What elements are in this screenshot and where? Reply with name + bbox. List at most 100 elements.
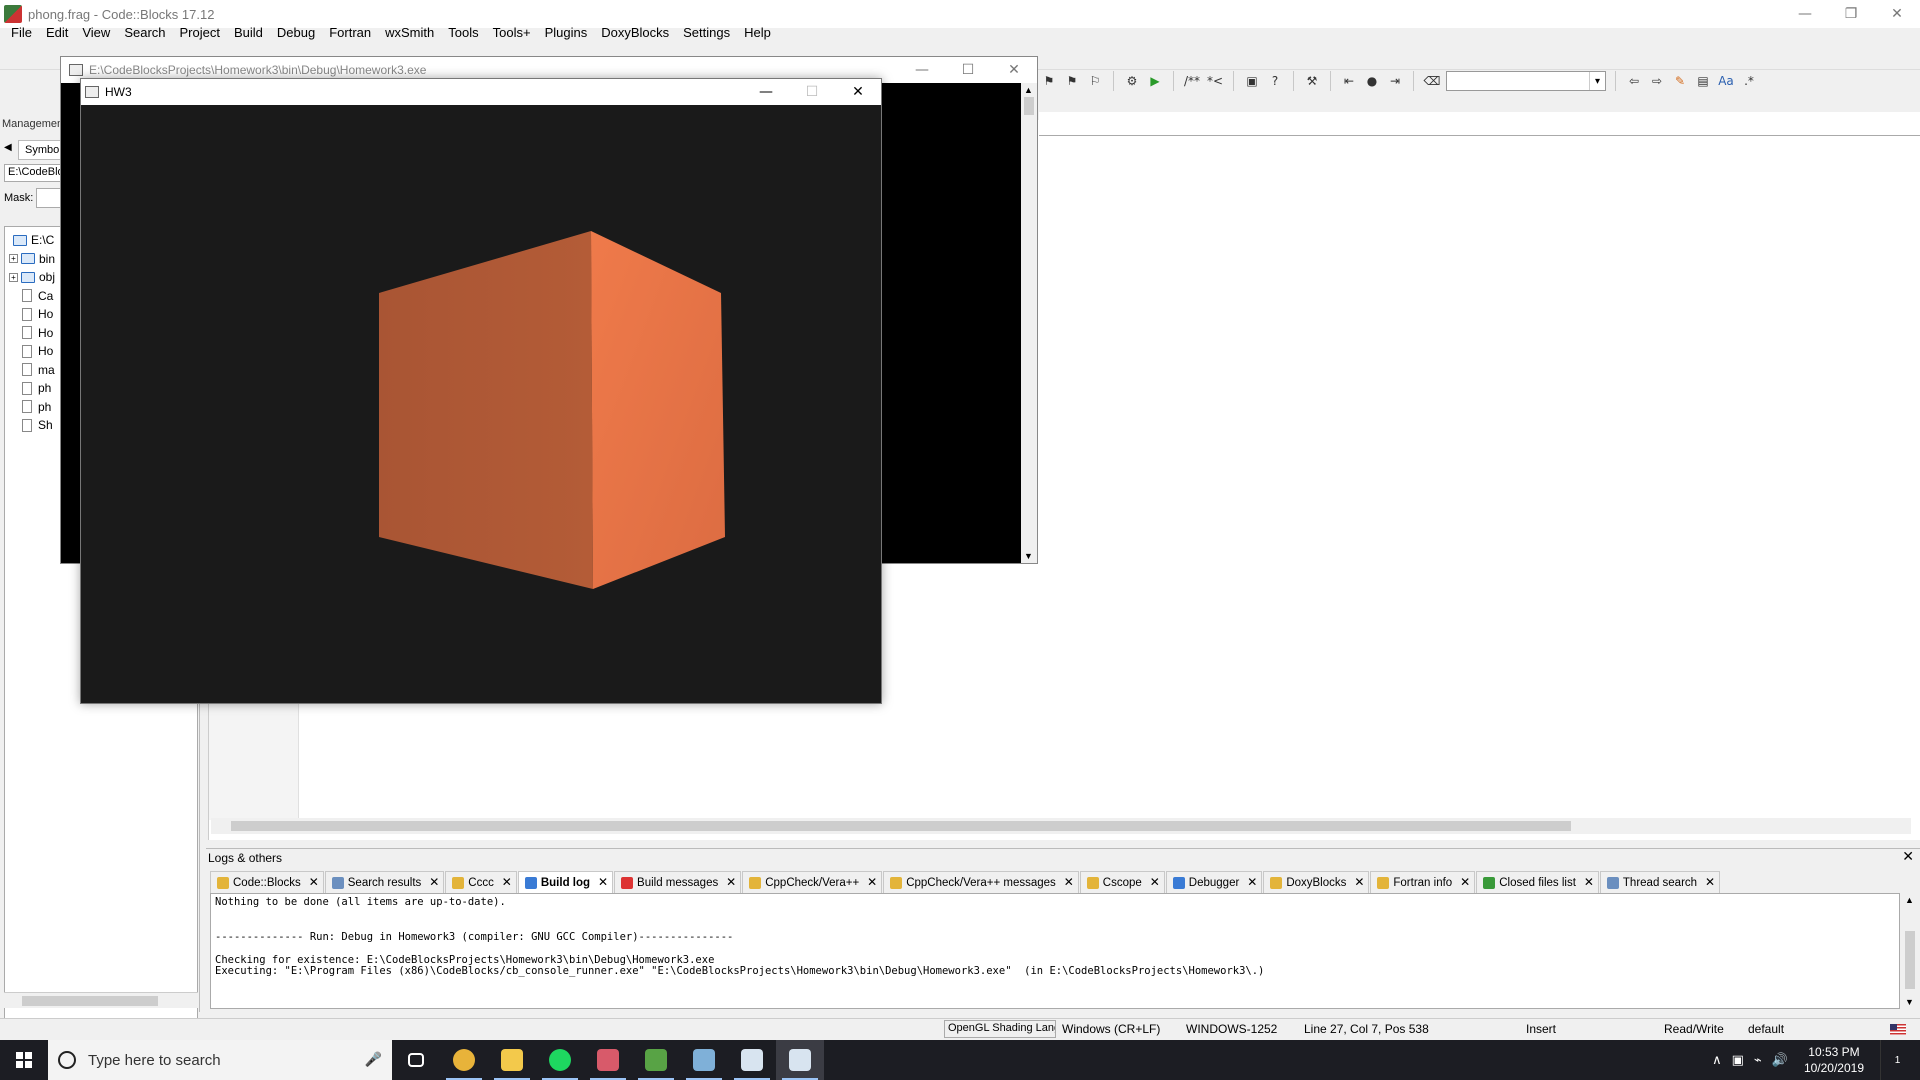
menu-wxsmith[interactable]: wxSmith bbox=[378, 22, 441, 44]
menu-search[interactable]: Search bbox=[117, 22, 172, 44]
select-icon[interactable]: ▤ bbox=[1694, 72, 1712, 90]
console-minimize-button[interactable]: — bbox=[899, 56, 945, 84]
close-icon[interactable]: ✕ bbox=[867, 875, 877, 889]
menu-toolsplus[interactable]: Tools+ bbox=[486, 22, 538, 44]
logs-close-icon[interactable]: ✕ bbox=[1902, 849, 1914, 865]
comment-line-icon[interactable]: *< bbox=[1206, 72, 1224, 90]
close-button[interactable]: ✕ bbox=[1874, 0, 1920, 28]
hw3-close-button[interactable]: ✕ bbox=[835, 78, 881, 106]
start-button[interactable] bbox=[0, 1040, 48, 1080]
close-icon[interactable]: ✕ bbox=[726, 875, 736, 889]
taskbar-discord[interactable] bbox=[584, 1040, 632, 1080]
console-vscrollbar[interactable]: ▲ ▼ bbox=[1021, 83, 1037, 563]
tree-item[interactable]: ma bbox=[9, 361, 55, 379]
scroll-thumb[interactable] bbox=[1024, 97, 1034, 115]
log-tab-cppcheck-vera-messages[interactable]: CppCheck/Vera++ messages ✕ bbox=[883, 871, 1079, 893]
console-maximize-button[interactable]: ☐ bbox=[945, 56, 991, 84]
management-hscrollbar[interactable] bbox=[4, 992, 198, 1008]
logs-vscrollbar[interactable]: ▲ ▼ bbox=[1902, 893, 1918, 1009]
scroll-up-icon[interactable]: ▲ bbox=[1024, 85, 1033, 95]
restore-button[interactable]: ❐ bbox=[1828, 0, 1874, 28]
menu-build[interactable]: Build bbox=[227, 22, 270, 44]
bookmark-prev-icon[interactable]: ⚑ bbox=[1040, 72, 1058, 90]
log-tab-build-log[interactable]: Build log ✕ bbox=[517, 871, 614, 893]
log-tab-build-messages[interactable]: Build messages ✕ bbox=[614, 871, 742, 893]
scroll-thumb[interactable] bbox=[1905, 931, 1915, 989]
arrow-left-icon[interactable]: ⇦ bbox=[1625, 72, 1643, 90]
menu-view[interactable]: View bbox=[75, 22, 117, 44]
log-tab-doxyblocks[interactable]: DoxyBlocks ✕ bbox=[1263, 871, 1370, 893]
tree-item[interactable]: E:\C bbox=[13, 231, 54, 249]
tree-item[interactable]: ph bbox=[9, 398, 51, 416]
menu-settings[interactable]: Settings bbox=[676, 22, 737, 44]
comment-block-icon[interactable]: /** bbox=[1183, 72, 1201, 90]
doxy-help-icon[interactable]: ? bbox=[1266, 72, 1284, 90]
menu-doxyblocks[interactable]: DoxyBlocks bbox=[594, 22, 676, 44]
tree-item[interactable]: Ho bbox=[9, 324, 53, 342]
chevron-down-icon[interactable]: ▾ bbox=[1589, 72, 1605, 90]
scroll-up-icon[interactable]: ▲ bbox=[1905, 895, 1914, 905]
log-tab-code-blocks[interactable]: Code::Blocks ✕ bbox=[210, 871, 324, 893]
taskbar-app-window-active[interactable] bbox=[776, 1040, 824, 1080]
microphone-icon[interactable]: 🎤 bbox=[365, 1052, 382, 1068]
jump-back-icon[interactable]: ⇤ bbox=[1340, 72, 1358, 90]
log-tab-closed-files-list[interactable]: Closed files list ✕ bbox=[1476, 871, 1599, 893]
close-icon[interactable]: ✕ bbox=[1247, 875, 1257, 889]
close-icon[interactable]: ✕ bbox=[598, 875, 608, 889]
console-close-button[interactable]: ✕ bbox=[991, 56, 1037, 84]
hw3-minimize-button[interactable]: — bbox=[743, 78, 789, 106]
taskbar-search-box[interactable]: Type here to search 🎤 bbox=[48, 1040, 392, 1080]
menu-file[interactable]: File bbox=[4, 22, 39, 44]
volume-icon[interactable]: 🔊 bbox=[1772, 1053, 1788, 1068]
log-tab-cppcheck-vera[interactable]: CppCheck/Vera++ ✕ bbox=[742, 871, 883, 893]
highlight-icon[interactable]: ✎ bbox=[1671, 72, 1689, 90]
text-icon[interactable]: Aa bbox=[1717, 72, 1735, 90]
menu-tools[interactable]: Tools bbox=[441, 22, 485, 44]
close-icon[interactable]: ✕ bbox=[1460, 875, 1470, 889]
chevron-up-icon[interactable]: ∧ bbox=[1712, 1053, 1722, 1068]
run-icon[interactable]: ▶ bbox=[1146, 72, 1164, 90]
close-icon[interactable]: ✕ bbox=[1584, 875, 1594, 889]
close-icon[interactable]: ✕ bbox=[309, 875, 319, 889]
close-icon[interactable]: ✕ bbox=[1705, 875, 1715, 889]
menu-edit[interactable]: Edit bbox=[39, 22, 75, 44]
menu-debug[interactable]: Debug bbox=[270, 22, 322, 44]
menu-plugins[interactable]: Plugins bbox=[538, 22, 595, 44]
close-icon[interactable]: ✕ bbox=[1064, 875, 1074, 889]
discord-tray-icon[interactable]: ▣ bbox=[1732, 1053, 1744, 1068]
tree-item[interactable]: Ho bbox=[9, 342, 53, 360]
hw3-maximize-button[interactable]: ☐ bbox=[789, 78, 835, 106]
taskbar-file-explorer[interactable] bbox=[488, 1040, 536, 1080]
build-log-output[interactable]: Nothing to be done (all items are up-to-… bbox=[210, 893, 1900, 1009]
minimize-button[interactable]: — bbox=[1782, 0, 1828, 28]
clock[interactable]: 10:53 PM 10/20/2019 bbox=[1804, 1044, 1864, 1076]
scroll-down-icon[interactable]: ▼ bbox=[1905, 997, 1914, 1007]
bookmark-next-icon[interactable]: ⚑ bbox=[1063, 72, 1081, 90]
close-icon[interactable]: ✕ bbox=[1354, 875, 1364, 889]
scroll-thumb[interactable] bbox=[22, 996, 158, 1006]
editor-hscrollbar[interactable] bbox=[211, 818, 1911, 834]
tab-scroll-left-icon[interactable]: ◀ bbox=[4, 142, 12, 153]
menu-project[interactable]: Project bbox=[173, 22, 227, 44]
menu-fortran[interactable]: Fortran bbox=[322, 22, 378, 44]
expand-icon[interactable]: + bbox=[9, 272, 18, 282]
tree-item[interactable]: + obj bbox=[9, 268, 55, 286]
taskbar-chrome[interactable] bbox=[440, 1040, 488, 1080]
tree-item[interactable]: Sh bbox=[9, 416, 53, 434]
wrench-icon[interactable]: ⚒ bbox=[1303, 72, 1321, 90]
log-tab-cccc[interactable]: Cccc ✕ bbox=[445, 871, 517, 893]
taskbar-app-window[interactable] bbox=[728, 1040, 776, 1080]
taskbar-codeblocks[interactable] bbox=[632, 1040, 680, 1080]
log-tab-thread-search[interactable]: Thread search ✕ bbox=[1599, 871, 1721, 893]
compile-icon[interactable]: ⚙ bbox=[1123, 72, 1141, 90]
taskbar-spotify[interactable] bbox=[536, 1040, 584, 1080]
wifi-icon[interactable]: ⌁ bbox=[1754, 1053, 1762, 1068]
scroll-down-icon[interactable]: ▼ bbox=[1024, 551, 1033, 561]
taskbar-paint[interactable] bbox=[680, 1040, 728, 1080]
expand-icon[interactable]: + bbox=[9, 254, 18, 263]
close-icon[interactable]: ✕ bbox=[1150, 875, 1160, 889]
opengl-canvas[interactable] bbox=[81, 105, 881, 703]
tree-item[interactable]: + bin bbox=[9, 250, 55, 268]
log-tab-debugger[interactable]: Debugger ✕ bbox=[1165, 871, 1263, 893]
tree-item[interactable]: Ho bbox=[9, 305, 53, 323]
